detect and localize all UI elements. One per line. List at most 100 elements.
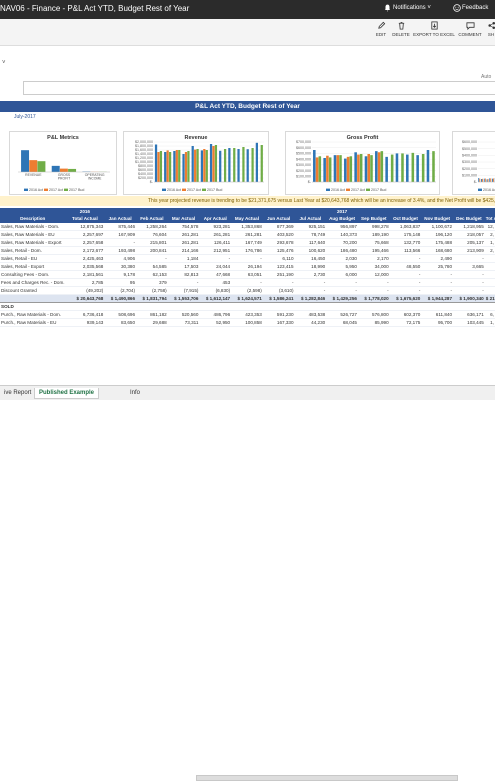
smiley-icon[interactable] (453, 4, 461, 12)
value-cell[interactable]: - (421, 286, 453, 294)
value-cell[interactable]: 998,278 (358, 222, 390, 230)
value-cell[interactable]: - (295, 286, 327, 294)
value-cell[interactable]: 379 (136, 278, 168, 286)
value-cell[interactable]: 9,178 (104, 270, 136, 278)
row-label-cell[interactable]: Purch., Raw Materials - EU (0, 318, 65, 326)
value-cell[interactable]: 175,148 (390, 230, 422, 238)
value-cell[interactable]: 29,688 (136, 318, 168, 326)
value-cell[interactable]: $ 21, (485, 294, 495, 302)
value-cell[interactable] (104, 302, 136, 310)
value-cell[interactable]: 2,170 (358, 254, 390, 262)
delete-button[interactable]: DELETE (390, 21, 412, 37)
value-cell[interactable]: 6, (485, 310, 495, 318)
value-cell[interactable]: 167,749 (231, 238, 263, 246)
value-cell[interactable]: 486,796 (199, 310, 231, 318)
value-cell[interactable]: (2,704) (104, 286, 136, 294)
value-cell[interactable]: - (263, 278, 295, 286)
edit-button[interactable]: EDIT (373, 21, 389, 37)
value-cell[interactable]: 196,120 (421, 230, 453, 238)
value-cell[interactable]: - (453, 278, 485, 286)
value-cell[interactable]: (2,758) (136, 286, 168, 294)
value-cell[interactable]: - (199, 254, 231, 262)
value-cell[interactable]: 2016 (65, 208, 104, 215)
value-cell[interactable] (231, 208, 263, 215)
value-cell[interactable]: 2,035,568 (65, 262, 104, 270)
value-cell[interactable]: $ 1,831,794 (136, 294, 168, 302)
value-cell[interactable] (326, 302, 358, 310)
value-cell[interactable] (136, 302, 168, 310)
value-cell[interactable]: - (390, 270, 422, 278)
value-cell[interactable] (421, 302, 453, 310)
value-cell[interactable] (199, 302, 231, 310)
value-cell[interactable]: 167,330 (263, 318, 295, 326)
value-cell[interactable]: 1, (485, 318, 495, 326)
value-cell[interactable] (295, 208, 327, 215)
value-cell[interactable]: - (104, 238, 136, 246)
value-cell[interactable]: 54,585 (136, 262, 168, 270)
row-label-cell[interactable]: Sales, Raw Materials - Export (0, 238, 65, 246)
value-cell[interactable]: 261,281 (168, 230, 200, 238)
value-cell[interactable]: 1, (485, 238, 495, 246)
value-cell[interactable]: 103,445 (453, 318, 485, 326)
value-cell[interactable]: 213,909 (453, 246, 485, 254)
value-cell[interactable]: - (326, 286, 358, 294)
value-cell[interactable]: 508,696 (104, 310, 136, 318)
value-cell[interactable]: 63,051 (231, 270, 263, 278)
value-cell[interactable]: Nov Budget (421, 215, 453, 222)
value-cell[interactable]: 123,415 (263, 262, 295, 270)
horizontal-scrollbar[interactable] (196, 775, 458, 781)
value-cell[interactable] (485, 270, 495, 278)
value-cell[interactable] (485, 254, 495, 262)
value-cell[interactable] (263, 302, 295, 310)
value-cell[interactable]: $ 1,624,571 (231, 294, 263, 302)
row-label-cell[interactable]: Consulting Fees - Dom. (0, 270, 65, 278)
value-cell[interactable]: 261,281 (231, 230, 263, 238)
value-cell[interactable]: Tot Act + (485, 215, 495, 222)
value-cell[interactable] (453, 208, 485, 215)
value-cell[interactable]: - (136, 254, 168, 262)
value-cell[interactable]: - (168, 278, 200, 286)
value-cell[interactable]: 12, (485, 222, 495, 230)
value-cell[interactable]: 261,281 (168, 238, 200, 246)
value-cell[interactable]: 1,258,264 (136, 222, 168, 230)
value-cell[interactable]: - (421, 278, 453, 286)
value-cell[interactable]: 925,151 (295, 222, 327, 230)
value-cell[interactable]: 167,909 (104, 230, 136, 238)
feedback-button[interactable]: Feedback (462, 5, 488, 11)
value-cell[interactable]: 218,057 (453, 230, 485, 238)
value-cell[interactable]: Sep Budget (358, 215, 390, 222)
value-cell[interactable]: 2,785 (65, 278, 104, 286)
value-cell[interactable]: 176,786 (231, 246, 263, 254)
value-cell[interactable]: Mar Actual (168, 215, 200, 222)
value-cell[interactable] (485, 286, 495, 294)
value-cell[interactable]: 293,678 (263, 238, 295, 246)
value-cell[interactable] (485, 302, 495, 310)
value-cell[interactable]: Total Actual (65, 215, 104, 222)
row-label-cell[interactable]: Description (0, 215, 65, 222)
value-cell[interactable]: (49,202) (65, 286, 104, 294)
value-cell[interactable]: Jul Actual (295, 215, 327, 222)
value-cell[interactable]: 602,370 (390, 310, 422, 318)
value-cell[interactable]: $ 20,643,768 (65, 294, 104, 302)
row-label-cell[interactable]: SOLD (0, 302, 65, 310)
value-cell[interactable] (485, 278, 495, 286)
value-cell[interactable]: 6,110 (263, 254, 295, 262)
value-cell[interactable]: - (453, 254, 485, 262)
value-cell[interactable] (231, 302, 263, 310)
value-cell[interactable]: Feb Actual (136, 215, 168, 222)
value-cell[interactable] (358, 208, 390, 215)
value-cell[interactable] (136, 208, 168, 215)
value-cell[interactable]: 140,373 (326, 230, 358, 238)
value-cell[interactable]: 453 (199, 278, 231, 286)
value-cell[interactable]: 212,951 (199, 246, 231, 254)
value-cell[interactable] (199, 208, 231, 215)
value-cell[interactable]: 2,730 (295, 270, 327, 278)
value-cell[interactable]: 3,665 (453, 262, 485, 270)
value-cell[interactable]: 875,446 (104, 222, 136, 230)
value-cell[interactable]: 83,650 (104, 318, 136, 326)
row-label-cell[interactable]: Sales, Retail - Dom. (0, 246, 65, 254)
value-cell[interactable]: 117,640 (295, 238, 327, 246)
value-cell[interactable]: 2, (485, 246, 495, 254)
value-cell[interactable]: 261,281 (199, 230, 231, 238)
row-label-cell[interactable]: Sales, Raw Materials - EU (0, 230, 65, 238)
